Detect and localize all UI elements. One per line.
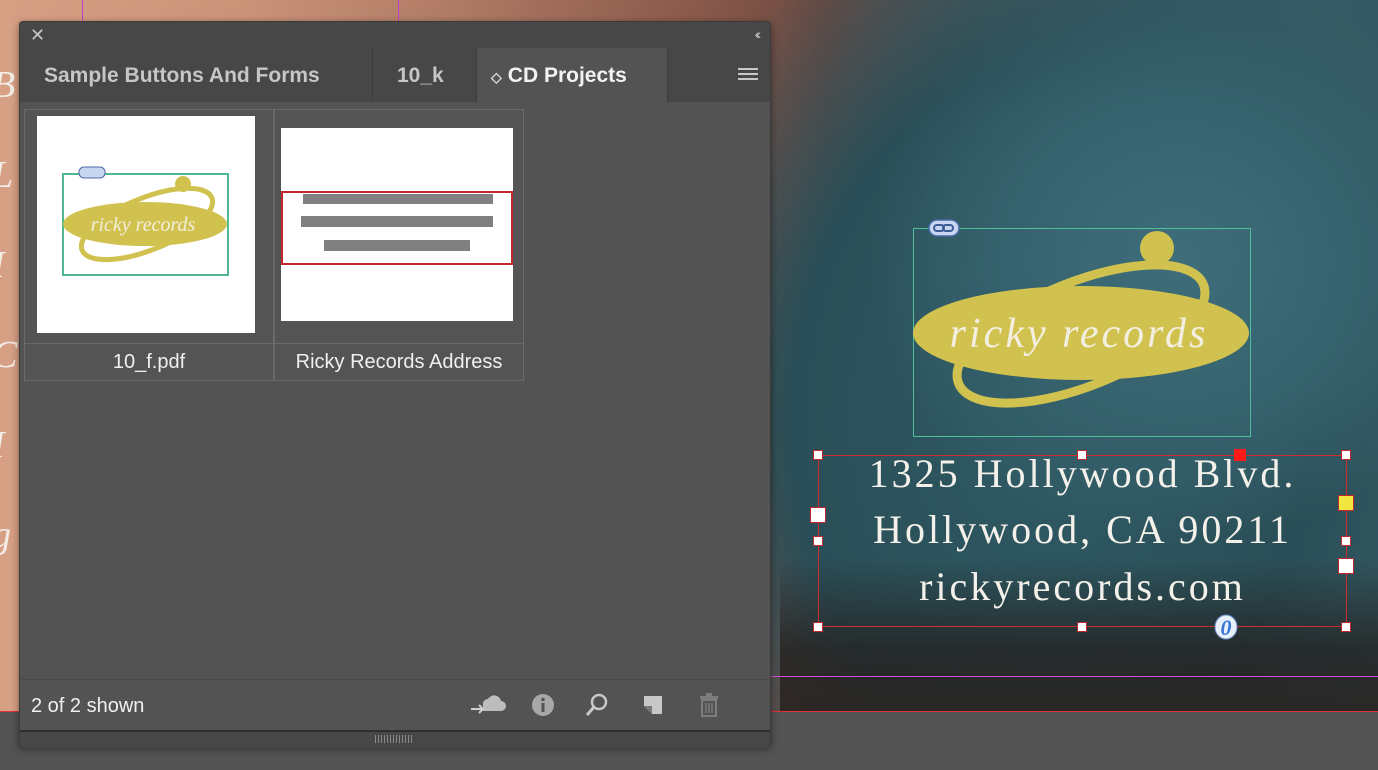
trash-icon[interactable]: [694, 690, 724, 720]
resize-handle[interactable]: [1341, 536, 1351, 546]
resize-handle[interactable]: [813, 536, 823, 546]
out-port-handle[interactable]: [1338, 558, 1354, 574]
new-item-icon[interactable]: [638, 690, 668, 720]
tab-label: CD Projects: [507, 64, 627, 87]
resize-handle[interactable]: [1077, 450, 1087, 460]
tab-label: Sample Buttons And Forms: [44, 64, 320, 87]
cloud-upload-icon[interactable]: [468, 690, 508, 720]
libraries-panel: ✕ ‹‹ Sample Buttons And Forms 10_k ◇ CD P…: [19, 21, 771, 748]
library-item[interactable]: ricky records 10_f.pdf: [24, 109, 274, 381]
resize-handle[interactable]: [1341, 622, 1351, 632]
library-switcher-icon[interactable]: ◇: [491, 69, 502, 85]
tab-sample-buttons-and-forms[interactable]: Sample Buttons And Forms: [20, 48, 373, 102]
panel-status-bar: 2 of 2 shown: [20, 679, 770, 734]
resize-handle[interactable]: [1077, 622, 1087, 632]
tab-label: 10_k: [397, 64, 444, 87]
clipped-page-text: BLICIg: [0, 40, 20, 560]
tab-cd-projects[interactable]: ◇ CD Projects: [477, 48, 668, 102]
close-icon[interactable]: ✕: [30, 26, 45, 44]
ricky-records-logo: ricky records: [913, 231, 1249, 408]
collapse-icon[interactable]: ‹‹: [755, 26, 762, 42]
in-port-handle[interactable]: [810, 507, 826, 523]
ricky-records-thumbnail: ricky records: [62, 166, 229, 276]
library-item[interactable]: Ricky Records Address: [274, 109, 524, 381]
item-label: Ricky Records Address: [275, 343, 523, 380]
resize-handle[interactable]: [1341, 450, 1351, 460]
corner-option-handle[interactable]: [1234, 449, 1246, 461]
panel-menu-icon[interactable]: [738, 68, 758, 82]
panel-tabs: Sample Buttons And Forms 10_k ◇ CD Projec…: [20, 48, 770, 102]
tab-10-k[interactable]: 10_k: [373, 48, 477, 102]
guide-magenta: [770, 676, 1378, 677]
content-grabber-icon[interactable]: 0: [1213, 613, 1239, 641]
panel-resize-bar[interactable]: [20, 730, 770, 748]
resize-handle[interactable]: [813, 450, 823, 460]
info-icon[interactable]: [528, 690, 558, 720]
address-line-3[interactable]: rickyrecords.com: [818, 563, 1347, 610]
logo-text: ricky records: [950, 311, 1209, 357]
items-shown-count: 2 of 2 shown: [31, 695, 145, 717]
thumb-logo-text: ricky records: [91, 214, 196, 236]
logo-frame[interactable]: ricky records: [913, 228, 1251, 437]
search-icon[interactable]: [582, 690, 612, 720]
panel-titlebar[interactable]: ✕ ‹‹: [20, 22, 770, 48]
address-line-2[interactable]: Hollywood, CA 90211: [818, 506, 1347, 553]
resize-handle[interactable]: [813, 622, 823, 632]
item-thumbnail: ricky records: [37, 116, 255, 333]
overflow-port-handle[interactable]: [1338, 495, 1354, 511]
resize-grip[interactable]: [375, 735, 413, 743]
link-icon[interactable]: [928, 219, 960, 237]
item-thumbnail: [281, 128, 513, 321]
item-label: 10_f.pdf: [25, 343, 273, 380]
address-thumbnail: [281, 191, 513, 265]
svg-text:0: 0: [1221, 615, 1232, 640]
